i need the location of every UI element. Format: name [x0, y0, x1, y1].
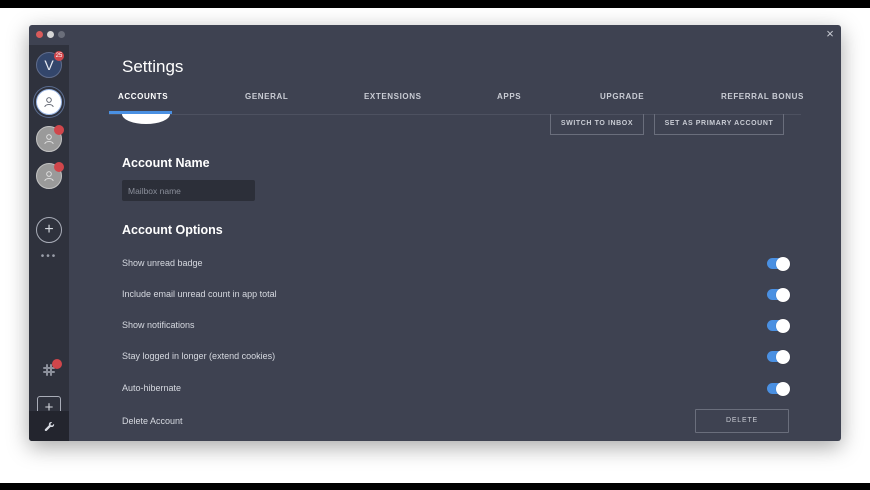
option-label-unread-count: Include email unread count in app total — [122, 289, 277, 299]
delete-account-button[interactable]: DELETE — [695, 409, 789, 433]
slack-icon[interactable] — [40, 359, 62, 381]
toggle-knob — [776, 381, 790, 396]
screen-top-border — [0, 0, 870, 8]
tab-apps[interactable]: APPS — [497, 92, 521, 101]
more-dots-icon[interactable]: ••• — [39, 251, 59, 262]
account-avatar-4[interactable] — [36, 162, 64, 189]
option-label-unread-badge: Show unread badge — [122, 258, 203, 268]
account-name-heading: Account Name — [122, 156, 210, 170]
avatar-initial: V — [44, 57, 54, 73]
window-zoom-dot[interactable] — [58, 31, 65, 38]
account-avatar-selected[interactable] — [36, 89, 62, 115]
account-photo[interactable] — [122, 114, 170, 124]
title-bar: × — [29, 25, 841, 45]
unread-badge — [54, 162, 64, 172]
unread-count-toggle[interactable] — [767, 287, 790, 302]
tab-general[interactable]: GENERAL — [245, 92, 288, 101]
tab-upgrade[interactable]: UPGRADE — [600, 92, 644, 101]
user-icon — [44, 171, 54, 182]
settings-tabs: ACCOUNTS GENERAL EXTENSIONS APPS UPGRADE… — [109, 92, 804, 115]
tab-referral-bonus[interactable]: REFERRAL BONUS — [721, 92, 804, 101]
unread-badge-toggle[interactable] — [767, 256, 790, 271]
user-icon — [44, 134, 54, 145]
toggle-knob — [776, 256, 790, 271]
option-label-auto-hibernate: Auto-hibernate — [122, 383, 182, 393]
window-minimize-dot[interactable] — [47, 31, 54, 38]
tab-accounts[interactable]: ACCOUNTS — [118, 92, 168, 101]
account-sidebar: V 25 + ••• + — [29, 45, 69, 441]
toggle-knob — [776, 318, 790, 333]
close-icon[interactable]: × — [823, 27, 837, 41]
option-label-notifications: Show notifications — [122, 320, 195, 330]
page-title: Settings — [122, 57, 184, 76]
wrench-icon — [44, 421, 54, 431]
screen-bottom-border — [0, 483, 870, 490]
toggle-knob — [776, 349, 790, 364]
account-options-heading: Account Options — [122, 223, 223, 237]
mailbox-name-input[interactable] — [122, 180, 255, 201]
window-close-dot[interactable] — [36, 31, 43, 38]
add-account-button[interactable]: + — [36, 217, 62, 243]
settings-button[interactable] — [29, 411, 69, 441]
user-icon — [44, 97, 54, 108]
auto-hibernate-toggle[interactable] — [767, 381, 790, 396]
stay-logged-in-toggle[interactable] — [767, 349, 790, 364]
delete-account-label: Delete Account — [122, 416, 183, 426]
unread-badge — [54, 125, 64, 135]
tab-extensions[interactable]: EXTENSIONS — [364, 92, 422, 101]
switch-to-inbox-button[interactable]: SWITCH TO INBOX — [550, 114, 644, 135]
unread-badge — [52, 359, 62, 369]
notifications-toggle[interactable] — [767, 318, 790, 333]
unread-badge: 25 — [54, 51, 64, 61]
option-label-stay-logged-in: Stay logged in longer (extend cookies) — [122, 351, 276, 361]
account-avatar-3[interactable] — [36, 125, 64, 152]
account-avatar-v[interactable]: V 25 — [36, 51, 64, 78]
toggle-knob — [776, 287, 790, 302]
app-window: × V 25 + ••• + Settings ACCOUNTS GENERAL… — [29, 25, 841, 441]
set-primary-account-button[interactable]: SET AS PRIMARY ACCOUNT — [654, 114, 784, 135]
